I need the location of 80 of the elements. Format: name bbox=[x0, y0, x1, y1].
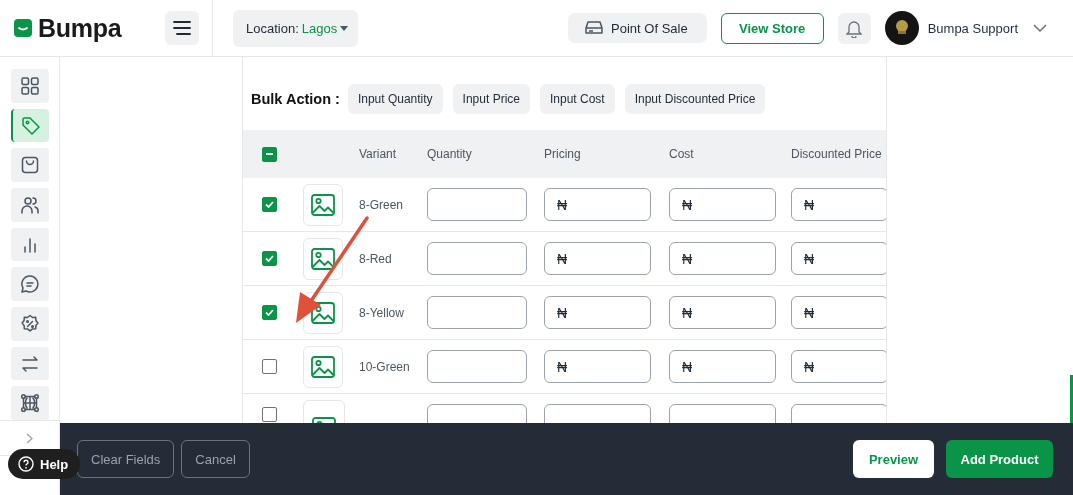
sidebar-item[interactable] bbox=[10, 307, 49, 341]
image-icon bbox=[311, 247, 335, 270]
chat-icon bbox=[19, 274, 40, 295]
quantity-field[interactable] bbox=[427, 188, 527, 221]
sidebar-item[interactable] bbox=[10, 386, 49, 421]
price-field[interactable]: ₦ bbox=[544, 188, 651, 221]
discount-icon bbox=[19, 313, 40, 334]
image-upload-button[interactable] bbox=[303, 345, 343, 388]
quantity-field[interactable] bbox=[427, 296, 527, 329]
image-icon bbox=[311, 193, 335, 216]
image-upload-button[interactable] bbox=[303, 237, 343, 280]
sidebar-item[interactable] bbox=[10, 346, 49, 381]
notifications-button[interactable] bbox=[837, 12, 871, 44]
outline-button[interactable]: Cancel bbox=[181, 440, 250, 478]
bell-icon bbox=[846, 18, 863, 38]
row-checkbox[interactable] bbox=[261, 407, 277, 422]
variant-name: 8-Green bbox=[359, 197, 404, 212]
minus-icon bbox=[265, 153, 273, 155]
quantity-field[interactable] bbox=[427, 242, 527, 275]
sidebar-item[interactable] bbox=[10, 267, 49, 302]
sidebar-item[interactable] bbox=[10, 108, 49, 143]
variant-name: 8-Yellow bbox=[359, 305, 404, 320]
primary-button[interactable]: Add Product bbox=[946, 440, 1053, 478]
row-checkbox[interactable] bbox=[261, 305, 277, 320]
arrows-icon bbox=[19, 353, 40, 374]
price-field[interactable]: ₦ bbox=[544, 296, 651, 329]
sidebar-item[interactable] bbox=[10, 148, 49, 182]
sidebar-item[interactable] bbox=[10, 188, 49, 222]
caret-icon bbox=[340, 25, 349, 31]
check-icon bbox=[264, 309, 274, 316]
tag-icon bbox=[20, 115, 41, 136]
network-icon bbox=[19, 393, 40, 414]
bag-icon bbox=[19, 155, 40, 176]
bulk-action-button[interactable]: Input Discounted Price bbox=[624, 83, 766, 114]
column-header: Variant bbox=[359, 147, 397, 161]
row-checkbox[interactable] bbox=[261, 359, 277, 374]
column-header: Cost bbox=[669, 147, 694, 161]
sidebar-item[interactable] bbox=[10, 227, 49, 262]
column-header: Discounted Price bbox=[791, 147, 882, 161]
price-field[interactable]: ₦ bbox=[544, 242, 651, 275]
menu-button[interactable] bbox=[165, 11, 199, 45]
location-dropdown[interactable]: Location: Lagos bbox=[233, 9, 359, 47]
row-checkbox[interactable] bbox=[261, 197, 277, 212]
bulk-action-button[interactable]: Input Quantity bbox=[347, 83, 443, 114]
check-icon bbox=[264, 201, 274, 208]
bulk-action-label: Bulk Action : bbox=[251, 90, 340, 107]
cost-field[interactable]: ₦ bbox=[669, 188, 776, 221]
user-name: Bumpa Support bbox=[927, 20, 1018, 36]
brand-name: Bumpa bbox=[38, 13, 122, 43]
chevron-right-icon[interactable] bbox=[26, 432, 33, 444]
quantity-field[interactable] bbox=[427, 350, 527, 383]
menu-icon bbox=[173, 21, 191, 35]
drive-icon bbox=[585, 21, 604, 35]
bulk-action-button[interactable]: Input Price bbox=[452, 83, 530, 114]
users-icon bbox=[19, 194, 40, 215]
column-header: Quantity bbox=[427, 147, 472, 161]
image-upload-button[interactable] bbox=[303, 183, 343, 226]
select-all-checkbox[interactable] bbox=[261, 146, 277, 162]
cost-field[interactable]: ₦ bbox=[669, 350, 776, 383]
view-store-button[interactable]: View Store bbox=[720, 12, 824, 44]
avatar bbox=[884, 11, 919, 45]
check-icon bbox=[264, 255, 274, 262]
question-icon bbox=[18, 456, 34, 472]
image-icon bbox=[311, 355, 335, 378]
row-checkbox[interactable] bbox=[261, 251, 277, 266]
price-field[interactable]: ₦ bbox=[544, 350, 651, 383]
cost-field[interactable]: ₦ bbox=[669, 242, 776, 275]
grid-icon bbox=[19, 75, 40, 96]
logo-icon bbox=[14, 19, 32, 37]
cost-field[interactable]: ₦ bbox=[669, 296, 776, 329]
sidebar-item[interactable] bbox=[10, 69, 49, 103]
secondary-button[interactable]: Preview bbox=[853, 440, 934, 478]
help-button[interactable]: Help bbox=[8, 449, 81, 479]
variant-name: 8-Red bbox=[359, 251, 392, 266]
column-header: Pricing bbox=[544, 147, 581, 161]
bulk-action-button[interactable]: Input Cost bbox=[540, 83, 615, 114]
variant-name: 10-Green bbox=[359, 359, 410, 374]
scrollbar-thumb[interactable] bbox=[1070, 375, 1073, 423]
point-of-sale-button[interactable]: Point Of Sale bbox=[568, 13, 707, 43]
chevron-down-icon bbox=[1033, 24, 1047, 32]
